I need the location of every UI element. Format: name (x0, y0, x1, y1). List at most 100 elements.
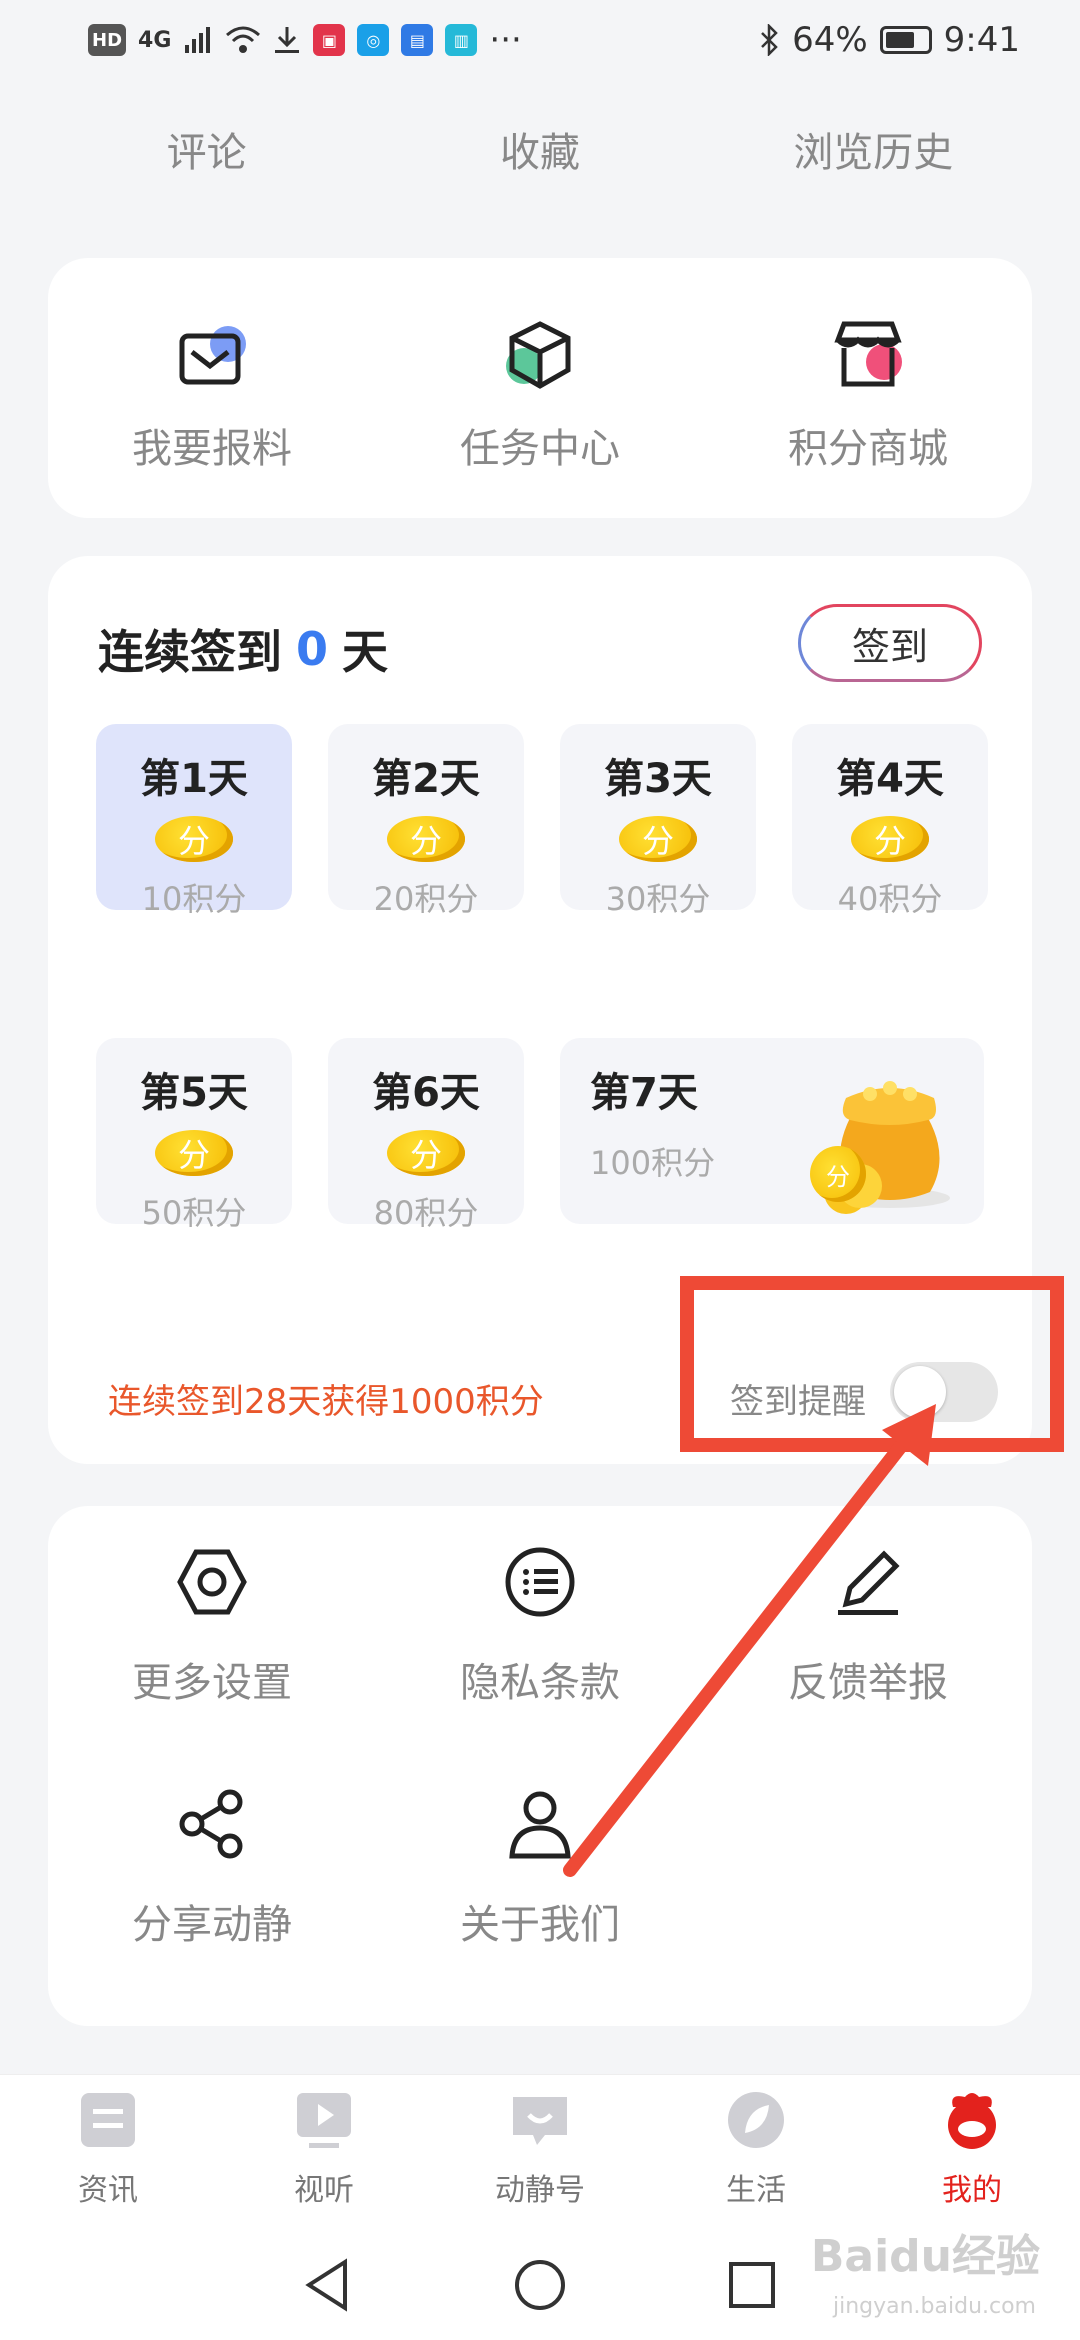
features-card: 我要报料 任务中心 积分商城 (48, 258, 1032, 518)
leaf-icon (728, 2092, 784, 2148)
nav-mine[interactable]: 我的 (864, 2075, 1080, 2230)
day-card-4: 第4天 分 40积分 (792, 724, 988, 918)
recents-icon[interactable] (727, 2260, 777, 2310)
signin-title-prefix: 连续签到 (98, 625, 282, 679)
nav-life[interactable]: 生活 (648, 2075, 864, 2230)
app-icon-blue: ▤ (401, 24, 434, 56)
app-icon-cyan: ▥ (445, 24, 478, 56)
nav-label: 资讯 (78, 2173, 138, 2208)
day-title: 第3天 (604, 756, 712, 802)
watermark-logo: Baidu经验 (810, 2231, 1040, 2282)
nav-news[interactable]: 资讯 (0, 2075, 216, 2230)
nav-label: 视听 (294, 2173, 354, 2208)
feature-report[interactable]: 我要报料 (48, 258, 376, 518)
nav-label: 我的 (942, 2173, 1002, 2208)
day-points: 50积分 (141, 1194, 247, 1232)
news-icon (81, 2093, 135, 2147)
settings-label: 关于我们 (460, 1902, 620, 1948)
stats-row: 评论 收藏 浏览历史 (0, 120, 1080, 190)
signin-title-suffix: 天 (342, 625, 389, 679)
nav-channel[interactable]: 动静号 (432, 2075, 648, 2230)
share-item[interactable]: 分享动静 (48, 1784, 376, 1950)
status-bar: HD 4G ▣ ◎ ▤ ▥ ··· 64% 9:41 (0, 0, 1080, 80)
feature-label: 积分商城 (788, 426, 948, 472)
home-icon[interactable] (513, 2258, 567, 2312)
person-icon (509, 1791, 571, 1859)
more-notifications: ··· (489, 20, 522, 60)
pen-icon (838, 1550, 900, 1615)
day-points: 100积分 (590, 1144, 716, 1182)
bluetooth-icon (761, 24, 778, 56)
signin-count: 0 (296, 622, 329, 676)
feature-tasks[interactable]: 任务中心 (376, 258, 704, 518)
day-title: 第2天 (372, 756, 480, 802)
bottom-nav: 资讯 视听 动静号 生活 我的 (0, 2074, 1080, 2230)
coin-icon: 分 (851, 816, 929, 862)
day-points: 20积分 (373, 880, 479, 918)
network-type: 4G (138, 27, 172, 53)
nav-video[interactable]: 视听 (216, 2075, 432, 2230)
hexagon-nut-icon (177, 1549, 247, 1615)
battery-icon (879, 26, 932, 54)
chat-icon (513, 2097, 567, 2145)
watermark-url: jingyan.baidu.com (832, 2294, 1036, 2319)
wifi-icon (226, 26, 261, 53)
settings-card: 更多设置 隐私条款 反馈举报 分享动静 关于我们 (48, 1506, 1032, 2026)
day-card-5: 第5天 分 50积分 (96, 1038, 292, 1232)
back-icon[interactable] (303, 2258, 353, 2312)
stat-comments[interactable]: 评论 (42, 120, 372, 190)
video-icon (297, 2093, 351, 2148)
store-icon (834, 321, 902, 387)
streak-reward-text: 连续签到28天获得1000积分 (108, 1382, 544, 1422)
day-points: 40积分 (837, 880, 943, 918)
day-points: 30积分 (605, 880, 711, 918)
nav-label: 生活 (726, 2173, 786, 2208)
coin-icon: 分 (619, 816, 697, 862)
envelope-icon (179, 326, 246, 385)
more-settings-item[interactable]: 更多设置 (48, 1542, 376, 1708)
stat-history[interactable]: 浏览历史 (708, 120, 1038, 190)
day-points: 80积分 (373, 1194, 479, 1232)
day-card-1: 第1天 分 10积分 (96, 724, 292, 918)
stat-favorites[interactable]: 收藏 (375, 120, 705, 190)
annotation-highlight-box (680, 1276, 1064, 1452)
settings-label: 反馈举报 (788, 1660, 948, 1706)
list-icon (505, 1547, 575, 1617)
day-card-7: 第7天 100积分 分 (560, 1038, 984, 1224)
status-right: 64% 9:41 (758, 20, 1020, 60)
mascot-icon (948, 2093, 996, 2149)
settings-label: 更多设置 (132, 1660, 292, 1706)
feedback-item[interactable]: 反馈举报 (704, 1542, 1032, 1708)
clock: 9:41 (943, 20, 1020, 60)
hd-badge: HD (88, 24, 127, 56)
app-icon-search: ◎ (357, 24, 390, 56)
privacy-item[interactable]: 隐私条款 (376, 1542, 704, 1708)
settings-label: 隐私条款 (460, 1660, 620, 1706)
day-title: 第1天 (140, 756, 248, 802)
box-icon (506, 321, 571, 389)
share-icon (179, 1789, 243, 1859)
day-points: 10积分 (141, 880, 247, 918)
day-title: 第5天 (140, 1070, 248, 1116)
day-title: 第7天 (590, 1070, 698, 1116)
coin-icon: 分 (387, 1130, 465, 1176)
feature-label: 任务中心 (460, 426, 620, 472)
coin-icon: 分 (155, 816, 233, 862)
signin-button[interactable]: 签到 (798, 604, 982, 682)
signin-title: 连续签到 0 天 (98, 616, 388, 682)
settings-label: 分享动静 (132, 1902, 292, 1948)
about-item[interactable]: 关于我们 (376, 1784, 704, 1950)
day-title: 第6天 (372, 1070, 480, 1116)
day-card-6: 第6天 分 80积分 (328, 1038, 524, 1232)
bag-coin-icon: 分 (810, 1146, 866, 1202)
app-icon-red: ▣ (313, 24, 346, 56)
download-icon (275, 27, 300, 53)
status-left: HD 4G ▣ ◎ ▤ ▥ ··· (88, 20, 522, 60)
feature-mall[interactable]: 积分商城 (704, 258, 1032, 518)
coin-icon: 分 (387, 816, 465, 862)
battery-percent: 64% (792, 20, 868, 60)
signal-icon (185, 27, 211, 53)
feature-label: 我要报料 (132, 426, 292, 472)
nav-label: 动静号 (495, 2173, 585, 2208)
coin-icon: 分 (155, 1130, 233, 1176)
